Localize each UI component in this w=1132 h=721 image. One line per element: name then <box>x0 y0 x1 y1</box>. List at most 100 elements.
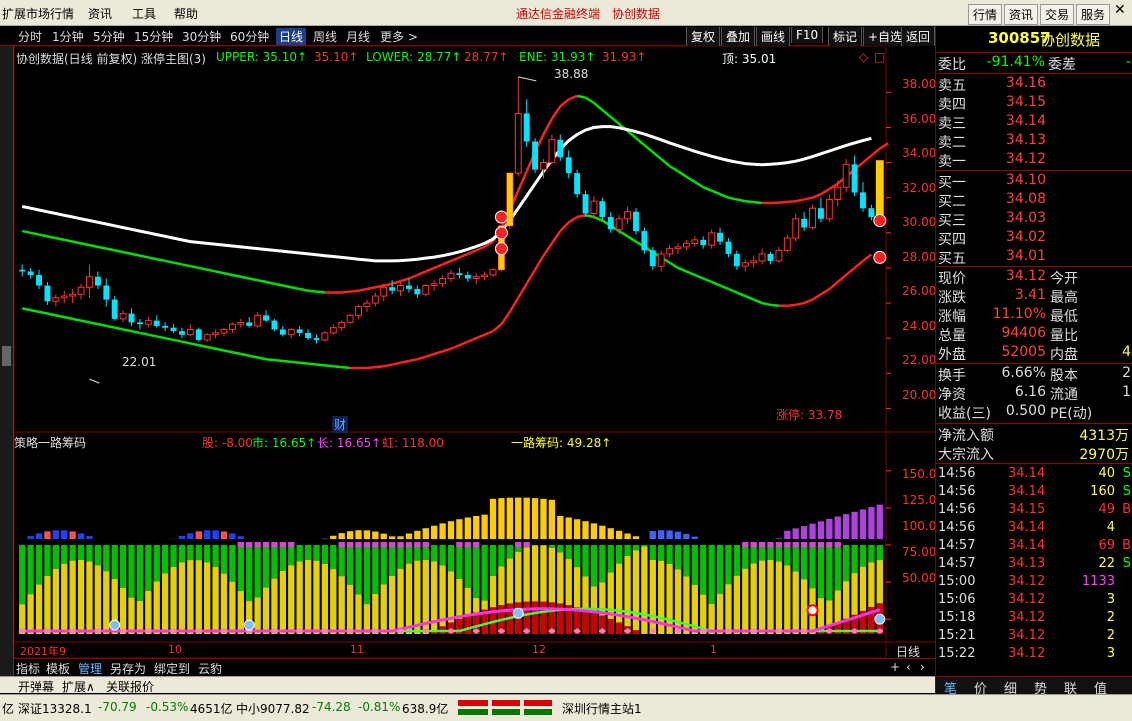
tab-indicator[interactable]: 指标 <box>16 660 40 677</box>
info-button[interactable]: 资讯 <box>1004 4 1039 25</box>
candle-body <box>77 286 85 295</box>
period-tab-1min[interactable]: 1分钟 <box>52 28 84 45</box>
menu-news[interactable]: 资讯 <box>88 5 112 22</box>
close-icon[interactable]: ✕ <box>1114 2 1126 18</box>
bid-row[interactable]: 买一 34.10 <box>936 172 1132 191</box>
indicator-lower-red: 28.77↑ <box>464 50 509 64</box>
ask-row[interactable]: 卖一 34.12 <box>936 151 1132 170</box>
sub-histogram-bar <box>380 533 387 540</box>
sub-histogram-bar <box>431 525 438 540</box>
sub-histogram-bar <box>817 521 825 540</box>
lower-band-segment <box>324 364 334 368</box>
zoom-in-icon[interactable]: + <box>890 660 900 674</box>
server-name[interactable]: 深圳行情主站1 <box>562 700 642 717</box>
candle-body <box>254 314 262 327</box>
quote-button[interactable]: 行情 <box>968 4 1003 25</box>
overlay-button[interactable]: 叠加 <box>721 27 756 46</box>
related-quote-button[interactable]: 关联报价 <box>106 678 154 695</box>
index-zxb[interactable]: 中小9077.82 <box>236 700 310 717</box>
bid-price: 34.02 <box>1005 229 1046 245</box>
candle-body <box>439 277 447 285</box>
bid-row[interactable]: 买五 34.01 <box>936 248 1132 267</box>
quote-tab-jia[interactable]: 价 <box>974 678 987 697</box>
menu-extended-market[interactable]: 扩展市场行情 <box>2 5 74 22</box>
bid-row[interactable]: 买三 34.03 <box>936 210 1132 229</box>
sub-histogram-bar <box>590 523 598 540</box>
sub-yellow-bar <box>27 594 34 634</box>
tab-cloud[interactable]: 云豹 <box>198 660 222 677</box>
quote-tab-shi[interactable]: 势 <box>1034 678 1047 697</box>
left-collapse-strip[interactable] <box>0 46 14 676</box>
sub-histogram-bar <box>61 530 68 540</box>
quote-tab-zhi[interactable]: 值 <box>1094 678 1107 697</box>
lower-band-segment <box>400 359 410 365</box>
period-tab-15min[interactable]: 15分钟 <box>134 28 173 45</box>
index-szzs[interactable]: 深证13328.1 <box>18 700 92 717</box>
period-tab-30min[interactable]: 30分钟 <box>182 28 221 45</box>
period-tab-more[interactable]: 更多 > <box>380 28 418 45</box>
collapse-handle[interactable] <box>2 346 11 366</box>
quote-tab-xi[interactable]: 细 <box>1004 678 1017 697</box>
upper-band-segment <box>458 252 469 259</box>
bid-row[interactable]: 买二 34.08 <box>936 191 1132 210</box>
fuquan-button[interactable]: 复权 <box>686 27 721 46</box>
sub-ribbon <box>464 542 471 548</box>
candle-body <box>666 248 674 255</box>
sub-histogram-bar <box>489 498 497 540</box>
tab-save-as[interactable]: 另存为 <box>110 660 146 677</box>
ask-row[interactable]: 卖二 34.13 <box>936 132 1132 151</box>
finance-marker[interactable]: 财 <box>332 416 349 433</box>
trade-button[interactable]: 交易 <box>1040 4 1075 25</box>
prev-icon[interactable]: ‹ <box>906 660 911 674</box>
period-tab-fenshi[interactable]: 分时 <box>18 28 42 45</box>
quote-tab-bi[interactable]: 笔 <box>944 678 957 697</box>
menu-help[interactable]: 帮助 <box>174 5 198 22</box>
quote-tab-lian[interactable]: 联 <box>1064 678 1077 697</box>
upper-band-segment <box>232 273 242 278</box>
sub-green-bar <box>338 545 345 577</box>
next-icon[interactable]: › <box>920 660 925 674</box>
upper-band-segment <box>215 270 225 275</box>
candle-body <box>136 322 143 325</box>
tab-manage[interactable]: 管理 <box>78 660 102 677</box>
service-button[interactable]: 服务 <box>1076 4 1111 25</box>
bid-row[interactable]: 买四 34.02 <box>936 229 1132 248</box>
sub-green-bar <box>599 545 606 583</box>
candle-body <box>414 289 421 295</box>
diamond-icon[interactable]: ◇ <box>859 50 868 64</box>
period-tab-monthly[interactable]: 月线 <box>346 28 370 45</box>
upper-band-segment <box>467 249 477 256</box>
ask-row[interactable]: 卖三 34.14 <box>936 113 1132 132</box>
sub-histogram-bar <box>582 521 589 540</box>
period-tab-5min[interactable]: 5分钟 <box>93 28 125 45</box>
period-tab-60min[interactable]: 60分钟 <box>230 28 269 45</box>
danmu-button[interactable]: 开弹幕 <box>18 678 54 695</box>
period-tab-weekly[interactable]: 周线 <box>313 28 337 45</box>
f10-button[interactable]: F10 <box>791 27 824 43</box>
ask-row[interactable]: 卖四 34.15 <box>936 94 1132 113</box>
sub-histogram-bar <box>843 514 850 540</box>
upper-band-segment <box>206 268 216 273</box>
sub-yellow-bar <box>767 559 774 634</box>
tab-template[interactable]: 模板 <box>46 660 70 677</box>
sub-yellow-bar <box>372 593 379 634</box>
tab-bind-to[interactable]: 绑定到 <box>154 660 190 677</box>
chart-area[interactable]: 协创数据(日线 前复权) 涨停主图(3) UPPER: 35.10↑ 35.10… <box>14 46 936 659</box>
back-button[interactable]: 返回 <box>901 27 935 46</box>
menu-tools[interactable]: 工具 <box>132 5 156 22</box>
period-tab-daily[interactable]: 日线 <box>276 28 307 45</box>
kline-chart-svg[interactable] <box>14 46 935 658</box>
tick-row: 15:06 34.12 3 <box>938 592 1115 607</box>
x-tick: 2021年9 <box>20 645 66 658</box>
candle-body <box>279 329 286 335</box>
ask-row[interactable]: 卖五 34.16 <box>936 75 1132 94</box>
lower-band-segment <box>21 307 31 312</box>
draw-button[interactable]: 画线 <box>756 27 791 46</box>
sub-histogram-bar <box>531 498 539 540</box>
close-small-icon[interactable]: □ <box>874 50 885 64</box>
extend-button[interactable]: 扩展∧ <box>62 678 95 695</box>
sub-blue-ball <box>243 619 255 631</box>
lower-band-segment <box>711 280 721 287</box>
mark-button[interactable]: 标记 <box>828 27 863 46</box>
bottom-bar: 开弹幕 扩展∧ 关联报价 <box>0 676 935 695</box>
